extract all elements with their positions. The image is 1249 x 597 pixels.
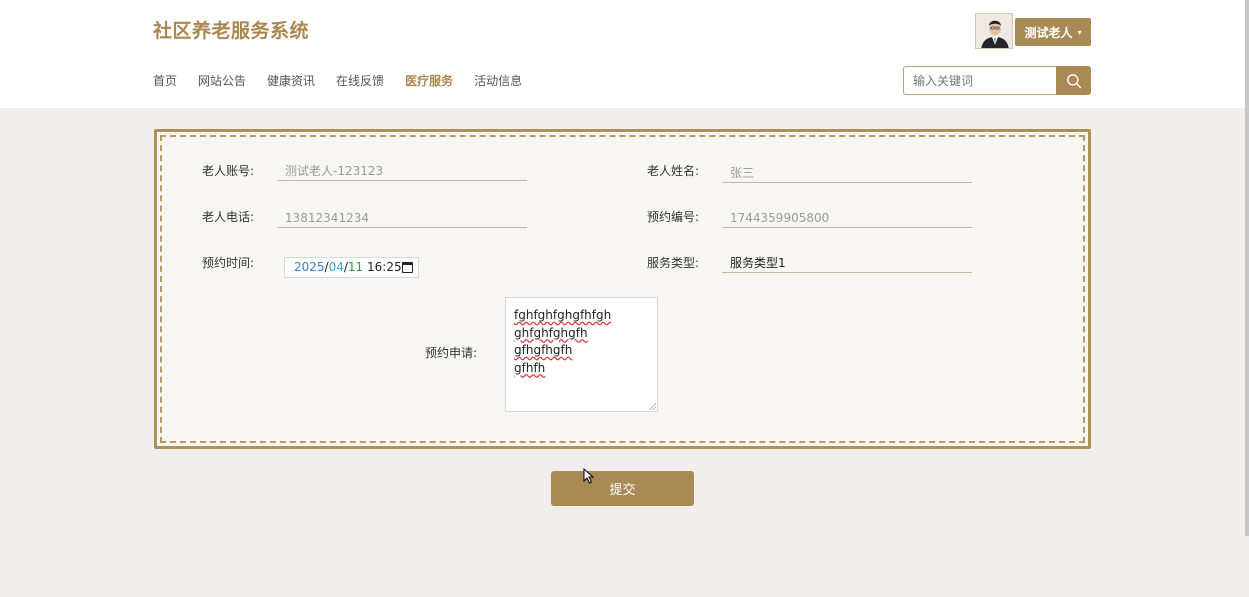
account-label: 老人账号:: [202, 164, 255, 178]
year-segment[interactable]: 2025: [294, 260, 325, 274]
user-name: 测试老人: [1024, 25, 1073, 40]
user-menu[interactable]: 测试老人 ▾: [975, 13, 1091, 49]
phone-label: 老人电话:: [202, 210, 255, 224]
month-segment[interactable]: 04: [329, 260, 344, 274]
nav-item-announcements[interactable]: 网站公告: [198, 72, 246, 89]
textarea-line: gfhfh: [514, 360, 546, 375]
booking-form: 老人账号: 测试老人-123123 老人姓名: 张三 老人电话: 1381234…: [154, 129, 1091, 449]
site-title: 社区养老服务系统: [153, 20, 310, 42]
search-input[interactable]: [903, 66, 1056, 95]
user-dropdown-button[interactable]: 测试老人 ▾: [1015, 18, 1091, 46]
textarea-line: ghfghfghgfh: [514, 325, 588, 340]
day-segment[interactable]: 11: [348, 260, 363, 274]
calendar-icon[interactable]: [402, 262, 413, 273]
nav-item-medical-service[interactable]: 医疗服务: [405, 72, 453, 89]
search-bar: [903, 66, 1091, 95]
avatar[interactable]: [975, 13, 1013, 49]
service-type-field[interactable]: 服务类型1: [722, 253, 972, 273]
textarea-line: gfhgfhgfh: [514, 343, 573, 357]
account-field[interactable]: 测试老人-123123: [277, 161, 527, 181]
nav-item-activities[interactable]: 活动信息: [474, 72, 522, 89]
service-type-label: 服务类型:: [647, 256, 700, 270]
resize-handle-icon[interactable]: [649, 403, 656, 410]
nav-item-health-news[interactable]: 健康资讯: [267, 72, 315, 89]
phone-field[interactable]: 13812341234: [277, 208, 527, 228]
textarea-line: fghfghfghgfhfgh: [514, 308, 612, 322]
mouse-cursor-icon: [583, 468, 595, 484]
name-field[interactable]: 张三: [722, 163, 972, 183]
search-icon: [1066, 73, 1081, 88]
name-label: 老人姓名:: [647, 164, 700, 178]
booking-time-input[interactable]: 2025/04/11 16:25: [284, 257, 419, 278]
search-button[interactable]: [1056, 66, 1091, 95]
submit-button[interactable]: 提交: [551, 471, 694, 506]
nav-item-feedback[interactable]: 在线反馈: [336, 72, 384, 89]
application-label: 预约申请:: [425, 346, 478, 360]
booking-time-label: 预约时间:: [202, 256, 255, 270]
scrollbar[interactable]: [1245, 0, 1249, 536]
main-nav: 首页 网站公告 健康资讯 在线反馈 医疗服务 活动信息: [153, 72, 543, 89]
booking-no-label: 预约编号:: [647, 210, 700, 224]
nav-item-home[interactable]: 首页: [153, 72, 177, 89]
chevron-down-icon: ▾: [1077, 27, 1082, 37]
avatar-portrait: [976, 14, 1012, 48]
booking-no-field[interactable]: 1744359905800: [722, 208, 972, 228]
application-textarea[interactable]: fghfghfghgfhfgh ghfghfghgfh gfhgfhgfh gf…: [505, 297, 658, 412]
top-header: 社区养老服务系统 首页 网站公告 健康资讯 在线反馈 医疗服务 活动信息 测试老…: [0, 0, 1249, 108]
form-dashed-border: 老人账号: 测试老人-123123 老人姓名: 张三 老人电话: 1381234…: [160, 135, 1085, 443]
time-segment[interactable]: 16:25: [367, 260, 402, 274]
